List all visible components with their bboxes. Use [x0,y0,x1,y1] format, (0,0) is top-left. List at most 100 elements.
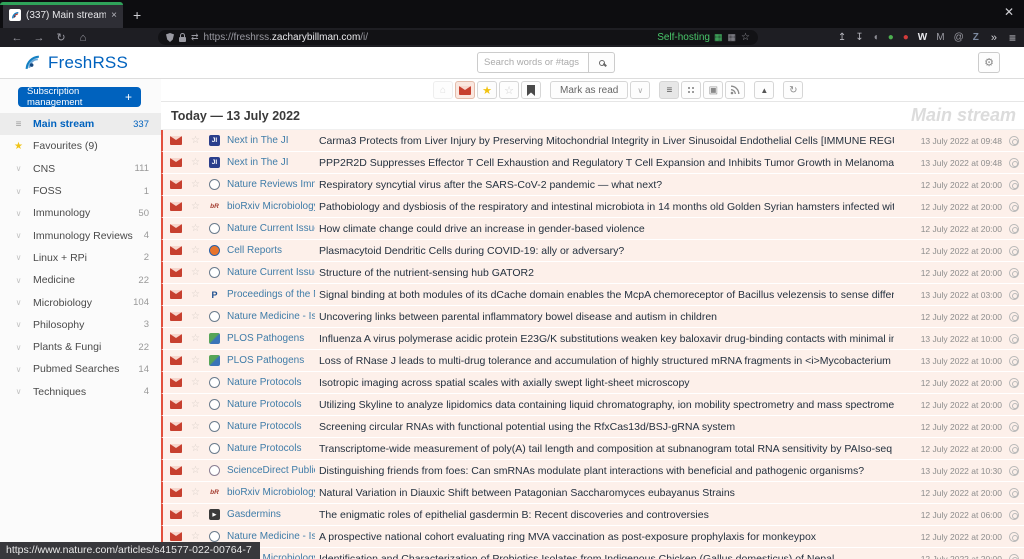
share-icon[interactable] [1009,202,1019,212]
favourite-star-icon[interactable]: ☆ [191,399,200,410]
unread-envelope-icon[interactable] [170,444,182,453]
article-row[interactable]: ☆ Nature Current Issue Structure of the … [161,262,1024,284]
favourite-star-icon[interactable]: ☆ [191,223,200,234]
article-row[interactable]: ☆ bR bioRxiv Microbiology Pathobiology a… [161,196,1024,218]
article-title[interactable]: Respiratory syncytial virus after the SA… [315,179,894,191]
favourite-star-icon[interactable]: ☆ [191,465,200,476]
freshrss-brand[interactable]: FreshRSS [24,53,128,73]
article-row[interactable]: ☆ Cell Reports Plasmacytoid Dendritic Ce… [161,240,1024,262]
feed-name[interactable]: PLOS Pathogens [227,355,315,366]
share-icon[interactable] [1009,158,1019,168]
tracking-protection-shield-icon[interactable] [166,33,174,42]
feed-name[interactable]: Nature Medicine - Issue - n... [227,311,315,322]
share-icon[interactable] [1009,466,1019,476]
article-row[interactable]: ☆ PLOS Pathogens Loss of RNase J leads t… [161,350,1024,372]
extension-icon[interactable]: M [936,32,944,43]
share-icon[interactable] [1009,136,1019,146]
search-input[interactable] [477,52,589,73]
share-icon[interactable] [1009,554,1019,559]
share-icon[interactable] [1009,224,1019,234]
feed-name[interactable]: Proceedings of the Nation... [227,289,315,300]
unread-envelope-icon[interactable] [170,224,182,233]
unread-envelope-icon[interactable] [170,422,182,431]
favourite-star-icon[interactable]: ☆ [191,289,200,300]
sidebar-item[interactable]: ∨ Immunology Reviews 4 [0,224,161,246]
favourite-star-icon[interactable]: ☆ [191,179,200,190]
non-favourites-filter-button[interactable]: ☆ [499,81,519,99]
unread-envelope-icon[interactable] [170,136,182,145]
favourite-star-icon[interactable]: ☆ [191,443,200,454]
extension-icon[interactable]: ● [888,32,894,43]
share-icon[interactable] [1009,356,1019,366]
feed-name[interactable]: Nature Protocols [227,421,315,432]
article-row[interactable]: ☆ bR bioRxiv Microbiology Identification… [161,548,1024,559]
favourite-star-icon[interactable]: ☆ [191,531,200,542]
sidebar-item[interactable]: ∨ FOSS 1 [0,180,161,202]
window-close-icon[interactable]: ✕ [1004,5,1014,19]
article-title[interactable]: Uncovering links between parental inflam… [315,311,894,323]
favourite-star-icon[interactable]: ☆ [191,333,200,344]
unread-envelope-icon[interactable] [170,158,182,167]
article-title[interactable]: PPP2R2D Suppresses Effector T Cell Exhau… [315,157,894,169]
feed-name[interactable]: ScienceDirect Publication: ... [227,465,315,476]
article-row[interactable]: ☆ Nature Protocols Utilizing Skyline to … [161,394,1024,416]
article-title[interactable]: Loss of RNase J leads to multi-drug tole… [315,355,894,367]
feed-name[interactable]: Nature Reviews Immunolo... [227,179,315,190]
share-icon[interactable] [1009,532,1019,542]
share-icon[interactable] [1009,400,1019,410]
share-icon[interactable] [1009,444,1019,454]
article-title[interactable]: Natural Variation in Diauxic Shift betwe… [315,487,894,499]
unread-filter-button[interactable] [455,81,475,99]
browser-tab[interactable]: (337) Main stream × [3,2,123,28]
favourite-star-icon[interactable]: ☆ [191,267,200,278]
unread-envelope-icon[interactable] [170,202,182,211]
feed-name[interactable]: PLOS Pathogens [227,333,315,344]
extension-icon[interactable]: ◖ [873,32,879,43]
article-title[interactable]: Identification and Characterization of P… [315,553,894,559]
unread-envelope-icon[interactable] [170,400,182,409]
grid-view-button[interactable] [681,81,701,99]
feed-name[interactable]: Nature Medicine - Issue - n... [227,531,315,542]
feed-name[interactable]: Nature Protocols [227,377,315,388]
reader-view-button[interactable]: ▣ [703,81,723,99]
home-icon[interactable]: ⌂ [74,32,92,44]
sidebar-item[interactable]: ∨ Immunology 50 [0,202,161,224]
article-row[interactable]: ☆ Nature Reviews Immunolo... Respiratory… [161,174,1024,196]
article-title[interactable]: Influenza A virus polymerase acidic prot… [315,333,894,345]
bookmark-star-icon[interactable]: ☆ [741,32,750,43]
unread-envelope-icon[interactable] [170,356,182,365]
overflow-chevron-icon[interactable]: » [991,32,997,44]
forward-icon[interactable]: → [30,32,48,44]
new-tab-button[interactable]: + [133,7,141,23]
feed-name[interactable]: Next in The JI [227,135,315,146]
article-title[interactable]: Utilizing Skyline to analyze lipidomics … [315,399,894,411]
list-view-button[interactable]: ≡ [659,81,679,99]
sidebar-item[interactable]: ∨ Philosophy 3 [0,314,161,336]
labels-button[interactable] [521,81,541,99]
favourite-star-icon[interactable]: ☆ [191,487,200,498]
share-icon[interactable] [1009,312,1019,322]
share-icon[interactable] [1009,488,1019,498]
mark-as-read-dropdown[interactable]: ∨ [630,81,650,99]
article-title[interactable]: Structure of the nutrient-sensing hub GA… [315,267,894,279]
article-title[interactable]: Transcriptome-wide measurement of poly(A… [315,443,894,455]
article-row[interactable]: ☆ Nature Protocols Isotropic imaging acr… [161,372,1024,394]
article-title[interactable]: Plasmacytoid Dendritic Cells during COVI… [315,245,894,257]
article-title[interactable]: A prospective national cohort evaluating… [315,531,894,543]
unread-envelope-icon[interactable] [170,510,182,519]
sidebar-item[interactable]: ≡ Main stream 337 [0,113,161,135]
article-row[interactable]: ☆ JI Next in The JI Carma3 Protects from… [161,130,1024,152]
scroll-top-button[interactable]: ▲ [754,81,774,99]
article-title[interactable]: Signal binding at both modules of its dC… [315,289,894,301]
menu-hamburger-icon[interactable]: ≡ [1009,31,1016,45]
url-bar[interactable]: ⇄ https://freshrss.zacharybillman.com/i/… [158,30,758,45]
article-title[interactable]: Carma3 Protects from Liver Injury by Pre… [315,135,894,147]
share-icon[interactable] [1009,422,1019,432]
unread-envelope-icon[interactable] [170,246,182,255]
favourite-star-icon[interactable]: ☆ [191,201,200,212]
share-icon[interactable] [1009,180,1019,190]
favourite-star-icon[interactable]: ☆ [191,157,200,168]
share-icon[interactable] [1009,268,1019,278]
sidebar-item[interactable]: ∨ Pubmed Searches 14 [0,358,161,380]
article-title[interactable]: Screening circular RNAs with functional … [315,421,894,433]
